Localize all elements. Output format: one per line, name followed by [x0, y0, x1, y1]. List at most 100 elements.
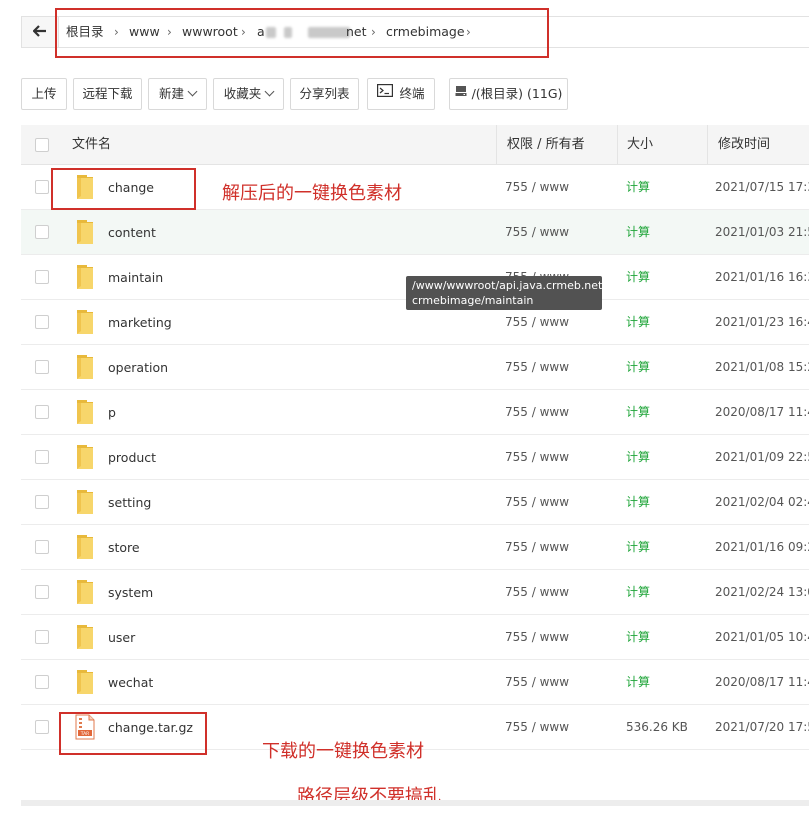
terminal-button[interactable]: 终端: [367, 78, 435, 110]
folder-icon: [75, 309, 95, 335]
table-row[interactable]: content 755 / www 计算 2021/01/03 21:54: [21, 210, 809, 255]
disk-icon: [455, 78, 467, 108]
file-permission[interactable]: 755 / www: [505, 390, 569, 435]
remote-download-button[interactable]: 远程下载: [73, 78, 142, 110]
file-permission[interactable]: 755 / www: [505, 570, 569, 615]
row-checkbox[interactable]: [35, 180, 49, 194]
folder-icon: [75, 444, 95, 470]
calculate-size-link[interactable]: 计算: [626, 480, 650, 525]
file-name[interactable]: store: [108, 525, 140, 570]
column-header-permission[interactable]: 权限 / 所有者: [507, 125, 585, 165]
file-permission[interactable]: 755 / www: [505, 705, 569, 750]
row-checkbox[interactable]: [35, 450, 49, 464]
table-row[interactable]: system 755 / www 计算 2021/02/24 13:04: [21, 570, 809, 615]
folder-icon: [75, 669, 95, 695]
file-mtime: 2021/01/16 16:39: [715, 270, 809, 284]
calculate-size-link[interactable]: 计算: [626, 210, 650, 255]
table-row[interactable]: store 755 / www 计算 2021/01/16 09:21: [21, 525, 809, 570]
row-checkbox[interactable]: [35, 585, 49, 599]
new-button[interactable]: 新建: [148, 78, 207, 110]
horizontal-scrollbar[interactable]: [21, 800, 809, 806]
file-mtime: 2021/02/24 13:04: [715, 585, 809, 599]
share-list-button[interactable]: 分享列表: [290, 78, 359, 110]
column-header-size[interactable]: 大小: [627, 125, 653, 165]
folder-icon: [75, 579, 95, 605]
highlight-box-archive: [59, 712, 207, 755]
column-divider: [707, 125, 708, 165]
file-permission[interactable]: 755 / www: [505, 210, 569, 255]
table-row[interactable]: operation 755 / www 计算 2021/01/08 15:26: [21, 345, 809, 390]
calculate-size-link[interactable]: 计算: [626, 525, 650, 570]
file-name[interactable]: maintain: [108, 255, 163, 300]
calculate-size-link[interactable]: 计算: [626, 300, 650, 345]
row-checkbox[interactable]: [35, 540, 49, 554]
file-name[interactable]: user: [108, 615, 135, 660]
column-header-mtime[interactable]: 修改时间: [718, 125, 770, 165]
select-all-checkbox[interactable]: [35, 138, 49, 152]
folder-icon: [75, 264, 95, 290]
calculate-size-link[interactable]: 计算: [626, 165, 650, 210]
calculate-size-link[interactable]: 计算: [626, 435, 650, 480]
arrow-left-icon: [32, 23, 47, 41]
file-mtime: 2021/02/04 02:47: [715, 495, 809, 509]
calculate-size-link[interactable]: 计算: [626, 570, 650, 615]
highlight-box-path: [55, 8, 549, 58]
calculate-size-link[interactable]: 计算: [626, 660, 650, 705]
row-checkbox[interactable]: [35, 270, 49, 284]
file-name[interactable]: system: [108, 570, 153, 615]
highlight-box-change-folder: [51, 168, 196, 210]
file-permission[interactable]: 755 / www: [505, 435, 569, 480]
table-header: 文件名 权限 / 所有者 大小 修改时间: [21, 125, 809, 165]
back-button[interactable]: [22, 17, 59, 47]
file-permission[interactable]: 755 / www: [505, 480, 569, 525]
row-checkbox[interactable]: [35, 405, 49, 419]
file-permission[interactable]: 755 / www: [505, 345, 569, 390]
row-checkbox[interactable]: [35, 495, 49, 509]
row-checkbox[interactable]: [35, 360, 49, 374]
annotation-downloaded: 下载的一键换色素材: [262, 741, 424, 762]
file-name[interactable]: operation: [108, 345, 168, 390]
disk-button[interactable]: /(根目录) (11G): [449, 78, 568, 110]
row-checkbox[interactable]: [35, 630, 49, 644]
file-mtime: 2020/08/17 11:42: [715, 675, 809, 689]
file-permission[interactable]: 755 / www: [505, 165, 569, 210]
calculate-size-link[interactable]: 计算: [626, 255, 650, 300]
table-row[interactable]: product 755 / www 计算 2021/01/09 22:56: [21, 435, 809, 480]
folder-icon: [75, 219, 95, 245]
file-name[interactable]: p: [108, 390, 116, 435]
calculate-size-link[interactable]: 计算: [626, 345, 650, 390]
calculate-size-link[interactable]: 计算: [626, 390, 650, 435]
file-mtime: 2021/01/09 22:56: [715, 450, 809, 464]
row-checkbox[interactable]: [35, 720, 49, 734]
column-divider: [496, 125, 497, 165]
calculate-size-link[interactable]: 计算: [626, 615, 650, 660]
table-row[interactable]: wechat 755 / www 计算 2020/08/17 11:42: [21, 660, 809, 705]
file-mtime: 2021/07/15 17:36: [715, 180, 809, 194]
row-checkbox[interactable]: [35, 225, 49, 239]
table-row[interactable]: p 755 / www 计算 2020/08/17 11:42: [21, 390, 809, 435]
file-permission[interactable]: 755 / www: [505, 660, 569, 705]
file-name[interactable]: wechat: [108, 660, 153, 705]
table-row[interactable]: setting 755 / www 计算 2021/02/04 02:47: [21, 480, 809, 525]
file-name[interactable]: content: [108, 210, 156, 255]
disk-button-label: /(根目录) (11G): [471, 86, 563, 101]
favorites-button-label: 收藏夹: [223, 86, 262, 101]
file-mtime: 2021/01/23 16:48: [715, 315, 809, 329]
column-header-name[interactable]: 文件名: [72, 125, 111, 165]
row-checkbox[interactable]: [35, 315, 49, 329]
column-divider: [617, 125, 618, 165]
file-name[interactable]: marketing: [108, 300, 172, 345]
favorites-button[interactable]: 收藏夹: [213, 78, 284, 110]
path-tooltip: /www/wwwroot/api.java.crmeb.net/ crmebim…: [406, 276, 606, 310]
file-mtime: 2021/01/16 09:21: [715, 540, 809, 554]
file-permission[interactable]: 755 / www: [505, 525, 569, 570]
folder-icon: [75, 624, 95, 650]
table-row[interactable]: user 755 / www 计算 2021/01/05 10:41: [21, 615, 809, 660]
row-checkbox[interactable]: [35, 675, 49, 689]
file-permission[interactable]: 755 / www: [505, 615, 569, 660]
upload-button[interactable]: 上传: [21, 78, 67, 110]
tooltip-line-2: crmebimage/maintain: [412, 294, 534, 307]
new-button-label: 新建: [158, 86, 184, 101]
file-name[interactable]: product: [108, 435, 156, 480]
file-name[interactable]: setting: [108, 480, 151, 525]
